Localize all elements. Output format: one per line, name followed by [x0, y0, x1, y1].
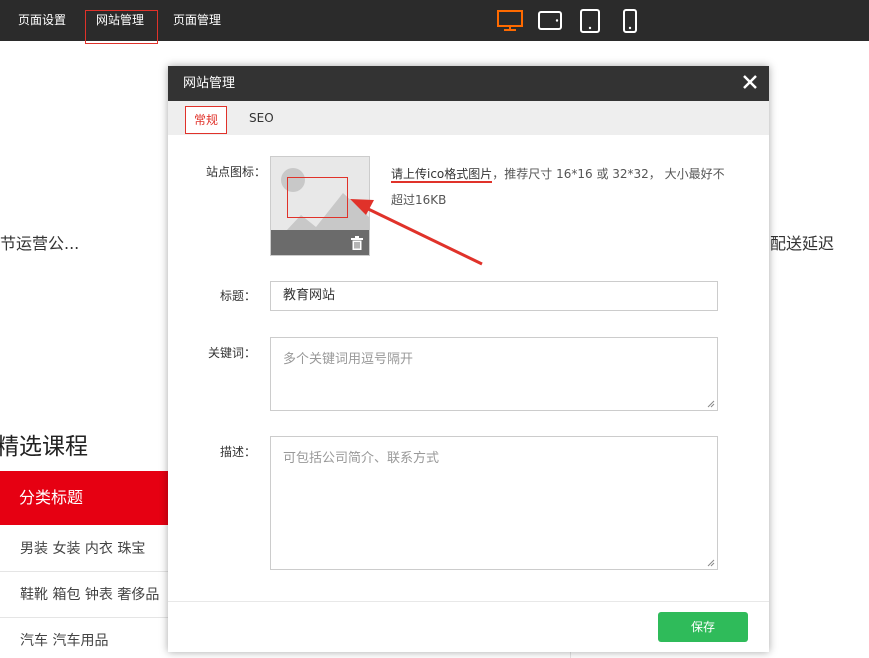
background-text-left: 节运营公...: [0, 234, 80, 253]
close-icon[interactable]: [741, 73, 759, 91]
tablet-portrait-icon[interactable]: [578, 9, 602, 33]
keywords-textarea[interactable]: 多个关键词用逗号隔开: [270, 337, 718, 411]
site-management-dialog: 网站管理 常规 SEO 站点图标： 请上传ico格式图片，推荐尺寸 16*16 …: [168, 66, 769, 652]
title-input[interactable]: 教育网站: [270, 281, 718, 311]
keywords-label: 关键词：: [207, 346, 256, 360]
save-button[interactable]: 保存: [658, 612, 748, 642]
annotation-box-upload: [287, 177, 348, 218]
icon-upload-hint: 请上传ico格式图片，推荐尺寸 16*16 或 32*32， 大小最好不超过16…: [391, 161, 731, 213]
keywords-placeholder: 多个关键词用逗号隔开: [283, 352, 414, 367]
trash-icon[interactable]: [351, 235, 363, 250]
top-toolbar: 页面设置 网站管理 页面管理: [0, 0, 869, 44]
description-placeholder: 可包括公司简介、联系方式: [283, 451, 440, 466]
dialog-header: 网站管理: [168, 66, 769, 101]
category-item[interactable]: 汽车 汽车用品: [0, 618, 168, 658]
description-textarea[interactable]: 可包括公司简介、联系方式: [270, 436, 718, 570]
resize-grip-icon[interactable]: [707, 559, 715, 567]
nav-page-settings[interactable]: 页面设置: [8, 0, 76, 41]
category-header[interactable]: 分类标题: [0, 471, 168, 525]
dialog-title: 网站管理: [183, 76, 236, 91]
nav-page-management[interactable]: 页面管理: [163, 0, 231, 41]
icon-format-hint: 请上传ico格式图片: [391, 167, 493, 183]
site-icon-label: 站点图标：: [205, 165, 266, 179]
background-section-heading: 精选课程: [0, 434, 88, 460]
title-label: 标题：: [219, 289, 256, 303]
annotation-box-nav: [85, 10, 158, 44]
mobile-icon[interactable]: [620, 9, 640, 33]
dialog-tabs: 常规 SEO: [168, 101, 769, 135]
resize-grip-icon[interactable]: [707, 400, 715, 408]
tab-general[interactable]: 常规: [185, 106, 228, 134]
tablet-landscape-icon[interactable]: [537, 9, 563, 33]
desktop-icon[interactable]: [496, 9, 524, 33]
description-label: 描述：: [219, 445, 256, 459]
background-text-right: 配送延迟: [770, 234, 835, 253]
category-item[interactable]: 鞋靴 箱包 钟表 奢侈品: [0, 572, 168, 618]
tab-seo[interactable]: SEO: [249, 101, 274, 135]
category-item[interactable]: 男装 女装 内衣 珠宝: [0, 526, 168, 572]
divider: [168, 601, 769, 602]
